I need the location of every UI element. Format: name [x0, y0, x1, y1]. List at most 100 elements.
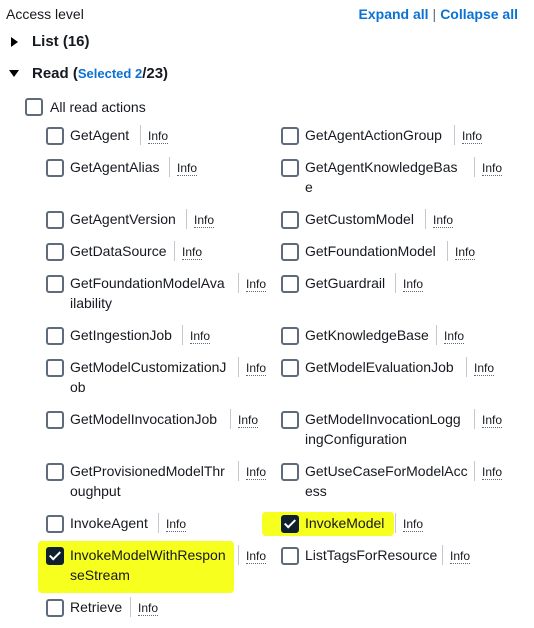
- get-ingestion-job-checkbox[interactable]: [46, 327, 64, 345]
- info-divider: [174, 241, 175, 261]
- retrieve-info-link[interactable]: Info: [138, 601, 159, 616]
- get-use-case-for-model-access-info-link[interactable]: Info: [482, 465, 503, 480]
- get-model-invocation-logging-configuration-label[interactable]: GetModelInvocationLogg ingConfiguration: [305, 409, 461, 449]
- get-agent-info-link[interactable]: Info: [148, 129, 169, 144]
- list-section-count: (16): [62, 33, 90, 50]
- info-divider: [238, 357, 239, 377]
- get-guardrail-info-link[interactable]: Info: [403, 277, 424, 292]
- all-read-actions-checkbox[interactable]: [25, 98, 43, 116]
- label-line: oughput: [70, 483, 121, 499]
- retrieve-checkbox[interactable]: [46, 599, 64, 617]
- get-guardrail-label[interactable]: GetGuardrail: [305, 273, 385, 293]
- get-provisioned-model-throughput-checkbox[interactable]: [46, 463, 64, 481]
- get-agent-label[interactable]: GetAgent: [70, 125, 129, 145]
- get-data-source-info-link[interactable]: Info: [182, 245, 203, 260]
- get-custom-model-info-link[interactable]: Info: [433, 213, 454, 228]
- info-divider: [395, 273, 396, 293]
- read-section-toggle[interactable]: Read (Selected 2/23): [6, 65, 168, 82]
- info-divider: [186, 209, 187, 229]
- info-divider: [140, 125, 141, 145]
- info-divider: [474, 157, 475, 177]
- get-custom-model-checkbox[interactable]: [281, 211, 299, 229]
- collapse-all-link[interactable]: Collapse all: [440, 6, 518, 22]
- get-model-invocation-job-checkbox[interactable]: [46, 411, 64, 429]
- list-tags-for-resource-label[interactable]: ListTagsForResource: [305, 545, 437, 565]
- info-divider: [466, 357, 467, 377]
- get-model-customization-job-label[interactable]: GetModelCustomizationJ ob: [70, 357, 226, 397]
- invoke-agent-checkbox[interactable]: [46, 515, 64, 533]
- get-knowledge-base-info-link[interactable]: Info: [444, 329, 465, 344]
- label-line: ilability: [70, 295, 113, 311]
- get-agent-alias-label[interactable]: GetAgentAlias: [70, 157, 160, 177]
- list-section-toggle[interactable]: List (16): [6, 33, 90, 50]
- invoke-model-with-response-stream-label[interactable]: InvokeModelWithRespon seStream: [70, 545, 226, 585]
- get-foundation-model-availability-info-link[interactable]: Info: [246, 277, 267, 292]
- get-use-case-for-model-access-label[interactable]: GetUseCaseForModelAcc ess: [305, 461, 468, 501]
- get-ingestion-job-label[interactable]: GetIngestionJob: [70, 325, 172, 345]
- get-agent-action-group-info-link[interactable]: Info: [462, 129, 483, 144]
- read-section-label: Read: [32, 65, 69, 82]
- access-level-title: Access level: [6, 6, 84, 22]
- get-agent-alias-info-link[interactable]: Info: [177, 161, 198, 176]
- list-tags-for-resource-info-link[interactable]: Info: [450, 549, 471, 564]
- get-model-invocation-job-label[interactable]: GetModelInvocationJob: [70, 409, 217, 429]
- get-foundation-model-availability-label[interactable]: GetFoundationModelAva ilability: [70, 273, 225, 313]
- get-agent-version-info-link[interactable]: Info: [194, 213, 215, 228]
- get-guardrail-checkbox[interactable]: [281, 275, 299, 293]
- info-divider: [425, 209, 426, 229]
- invoke-model-info-link[interactable]: Info: [403, 517, 424, 532]
- get-agent-knowledge-base-info-link[interactable]: Info: [482, 161, 503, 176]
- get-use-case-for-model-access-checkbox[interactable]: [281, 463, 299, 481]
- get-provisioned-model-throughput-label[interactable]: GetProvisionedModelThr oughput: [70, 461, 225, 501]
- label-line: ob: [70, 379, 86, 395]
- list-tags-for-resource-checkbox[interactable]: [281, 547, 299, 565]
- get-data-source-label[interactable]: GetDataSource: [70, 241, 167, 261]
- info-divider: [442, 545, 443, 565]
- get-model-evaluation-job-checkbox[interactable]: [281, 359, 299, 377]
- list-section-label: List: [32, 33, 59, 50]
- get-foundation-model-label[interactable]: GetFoundationModel: [305, 241, 436, 261]
- label-line: GetModelCustomizationJ: [70, 359, 227, 375]
- invoke-model-with-response-stream-info-link[interactable]: Info: [246, 549, 267, 564]
- get-model-evaluation-job-info-link[interactable]: Info: [474, 361, 495, 376]
- invoke-model-label[interactable]: InvokeModel: [305, 513, 384, 533]
- get-agent-knowledge-base-checkbox[interactable]: [281, 159, 299, 177]
- read-section-total: /23): [142, 65, 169, 82]
- info-divider: [169, 157, 170, 177]
- get-agent-version-checkbox[interactable]: [46, 211, 64, 229]
- get-model-invocation-job-info-link[interactable]: Info: [238, 413, 259, 428]
- get-model-invocation-logging-configuration-checkbox[interactable]: [281, 411, 299, 429]
- all-read-actions-label[interactable]: All read actions: [50, 97, 146, 117]
- get-knowledge-base-label[interactable]: GetKnowledgeBase: [305, 325, 429, 345]
- get-foundation-model-info-link[interactable]: Info: [455, 245, 476, 260]
- get-model-evaluation-job-label[interactable]: GetModelEvaluationJob: [305, 357, 454, 377]
- get-agent-version-label[interactable]: GetAgentVersion: [70, 209, 176, 229]
- get-provisioned-model-throughput-info-link[interactable]: Info: [246, 465, 267, 480]
- invoke-model-checkbox[interactable]: [281, 515, 299, 533]
- label-line: ess: [305, 483, 327, 499]
- get-ingestion-job-info-link[interactable]: Info: [190, 329, 211, 344]
- get-model-customization-job-checkbox[interactable]: [46, 359, 64, 377]
- selected-count-link[interactable]: Selected 2: [78, 66, 142, 81]
- invoke-model-with-response-stream-checkbox[interactable]: [46, 547, 64, 565]
- caret-right-icon: [6, 36, 22, 47]
- invoke-agent-info-link[interactable]: Info: [166, 517, 187, 532]
- get-model-customization-job-info-link[interactable]: Info: [246, 361, 267, 376]
- get-custom-model-label[interactable]: GetCustomModel: [305, 209, 414, 229]
- expand-all-link[interactable]: Expand all: [359, 6, 429, 22]
- info-divider: [238, 461, 239, 481]
- link-separator: |: [432, 6, 437, 22]
- get-foundation-model-availability-checkbox[interactable]: [46, 275, 64, 293]
- get-agent-action-group-checkbox[interactable]: [281, 127, 299, 145]
- get-agent-alias-checkbox[interactable]: [46, 159, 64, 177]
- get-agent-checkbox[interactable]: [46, 127, 64, 145]
- invoke-agent-label[interactable]: InvokeAgent: [70, 513, 148, 533]
- get-model-invocation-logging-configuration-info-link[interactable]: Info: [482, 413, 503, 428]
- get-data-source-checkbox[interactable]: [46, 243, 64, 261]
- info-divider: [454, 125, 455, 145]
- get-foundation-model-checkbox[interactable]: [281, 243, 299, 261]
- retrieve-label[interactable]: Retrieve: [70, 597, 122, 617]
- get-agent-knowledge-base-label[interactable]: GetAgentKnowledgeBas e: [305, 157, 458, 197]
- get-knowledge-base-checkbox[interactable]: [281, 327, 299, 345]
- get-agent-action-group-label[interactable]: GetAgentActionGroup: [305, 125, 442, 145]
